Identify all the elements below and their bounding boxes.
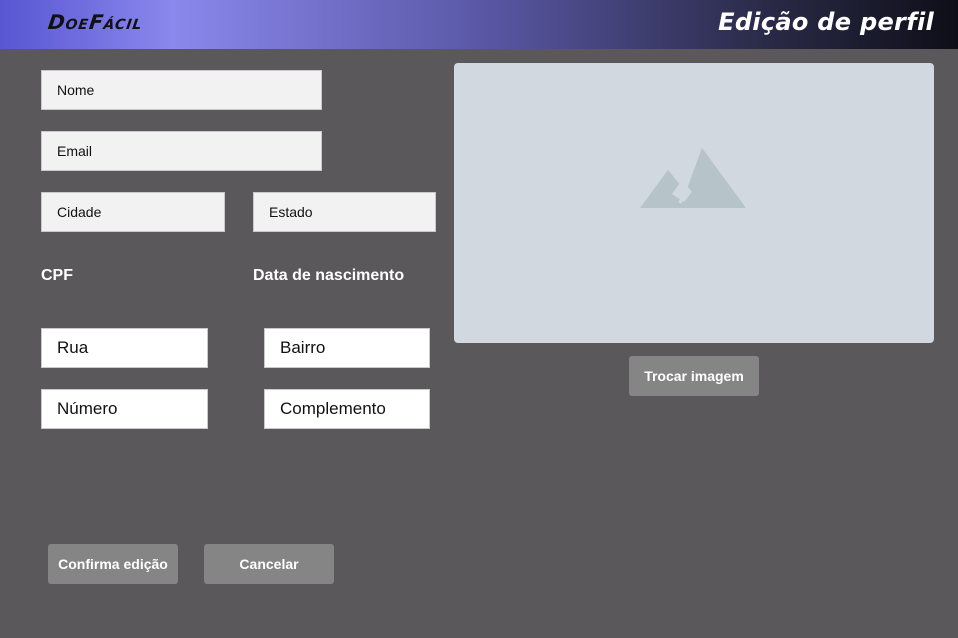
confirm-edit-button[interactable]: Confirma edição [48, 544, 178, 584]
city-field[interactable]: Cidade [41, 192, 225, 232]
change-image-button[interactable]: Trocar imagem [629, 356, 759, 396]
image-placeholder-icon [640, 148, 746, 208]
birthdate-label: Data de nascimento [253, 267, 405, 284]
name-field[interactable]: Nome [41, 70, 322, 110]
neighborhood-field[interactable]: Bairro [264, 328, 430, 368]
app-logo[interactable]: DoeFácil [46, 10, 145, 38]
street-field[interactable]: Rua [41, 328, 208, 368]
cancel-button[interactable]: Cancelar [204, 544, 334, 584]
complement-field[interactable]: Complemento [264, 389, 430, 429]
profile-image-preview [454, 63, 934, 343]
page-title: Edição de perfil [718, 8, 934, 36]
email-field[interactable]: Email [41, 131, 322, 171]
state-field[interactable]: Estado [253, 192, 436, 232]
cpf-label: CPF [41, 267, 73, 284]
number-field[interactable]: Número [41, 389, 208, 429]
app-header: DoeFácil Edição de perfil [0, 0, 958, 49]
